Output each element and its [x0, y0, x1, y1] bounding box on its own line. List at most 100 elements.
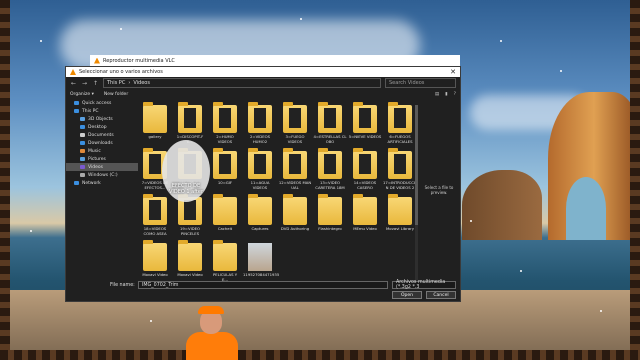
folder-item[interactable]: 2=VIDEOS HUMO2	[243, 102, 277, 149]
hovered-folder-label: EFECTO DE VIDEO 1 after	[168, 183, 204, 195]
up-arrow-icon[interactable]: ↑	[92, 80, 99, 87]
video-thumbnail	[324, 154, 336, 174]
video-thumbnail	[394, 154, 406, 174]
folder-item[interactable]: 3=FUEGO VIDEOS	[278, 102, 312, 149]
file-name: 14=VIDEOS CASERO	[353, 180, 377, 190]
sidebar-item[interactable]: Videos	[66, 163, 138, 171]
scrollbar[interactable]	[415, 105, 418, 285]
folder-icon	[318, 194, 342, 225]
folder-icon	[248, 102, 272, 133]
chevron-right-icon: ›	[128, 80, 131, 86]
folder-item[interactable]: Cacheit	[208, 194, 242, 241]
music-icon	[80, 149, 85, 153]
folder-icon	[283, 102, 307, 133]
star-decoration	[470, 220, 472, 222]
video-thumbnail	[254, 154, 266, 174]
sidebar-item[interactable]: 3D Objects	[66, 115, 138, 123]
close-icon[interactable]: ✕	[446, 68, 460, 76]
folder-item[interactable]: 2=HUMO VIDEOS	[208, 102, 242, 149]
sidebar-item[interactable]: Network	[66, 179, 138, 187]
dialog-footer: File name: IMG_0702_Trim Archivos multim…	[66, 279, 460, 301]
presenter-hat	[198, 306, 224, 314]
folder-icon	[353, 102, 377, 133]
folder-item[interactable]: 19=VIDEO PINCELES	[173, 194, 207, 241]
folder-item[interactable]: 11=AGUA VIDEOS	[243, 148, 277, 195]
download-icon	[80, 141, 85, 145]
folder-item[interactable]: 12=VIDEOS MAN UAL	[278, 148, 312, 195]
file-type-value: Archivos multimedia (*.3g2 *.3	[396, 280, 446, 290]
sidebar-item[interactable]: Quick access	[66, 99, 138, 107]
folder-icon	[318, 102, 342, 133]
file-name: 11=AGUA VIDEOS	[250, 180, 270, 190]
video-thumbnail	[184, 200, 196, 220]
folder-icon	[143, 102, 167, 133]
address-bar-row: ← → ↑ This PC › Videos Search Videos	[66, 77, 460, 89]
file-name: 10=GIF	[217, 180, 233, 185]
file-name: gallery	[148, 134, 162, 139]
video-thumbnail	[359, 108, 371, 128]
folder-item[interactable]: 17=INTRODUCCIO N DE VIDEOS 2	[383, 148, 418, 195]
star-decoration	[30, 230, 32, 232]
folder-item[interactable]: 13=VIDEO CARETERA 18M	[313, 148, 347, 195]
folder-item[interactable]: Captures	[243, 194, 277, 241]
sidebar-item[interactable]: Windows (C:)	[66, 171, 138, 179]
video-thumbnail	[254, 108, 266, 128]
folder-item[interactable]: Flashintegro	[313, 194, 347, 241]
folder-icon	[213, 148, 237, 179]
star-decoration	[120, 28, 122, 30]
folder-icon	[388, 102, 412, 133]
video-thumbnail	[324, 108, 336, 128]
view-options-icon[interactable]: ▤	[435, 92, 439, 97]
vlc-cone-icon	[70, 69, 76, 75]
player-title: Reproductor multimedia VLC	[103, 57, 175, 64]
file-name: 13=VIDEO CARETERA 18M	[315, 180, 345, 190]
help-icon[interactable]: ?	[454, 92, 456, 97]
sidebar-item[interactable]: Documents	[66, 131, 138, 139]
folder-item[interactable]: MEmu Video	[348, 194, 382, 241]
dialog-title: Seleccionar uno o varios archivos	[79, 69, 163, 75]
sidebar-item[interactable]: This PC	[66, 107, 138, 115]
file-name: 2=HUMO VIDEOS	[216, 134, 234, 144]
video-thumbnail	[149, 154, 161, 174]
folder-item[interactable]: 5=NIEVE VIDEOS	[348, 102, 382, 149]
folder-item[interactable]: 14=VIDEOS CASERO	[348, 148, 382, 195]
file-name: Movavi Video	[177, 272, 203, 277]
frame-right	[630, 0, 640, 360]
folder-item[interactable]: Movavi Library	[383, 194, 417, 241]
folder-icon	[178, 240, 202, 271]
sidebar-item[interactable]: Downloads	[66, 139, 138, 147]
cancel-button[interactable]: Cancel	[426, 291, 456, 299]
dialog-titlebar: Seleccionar uno o varios archivos ✕	[66, 67, 460, 77]
folder-icon	[213, 240, 237, 271]
folder-item[interactable]: 10=GIF	[208, 148, 242, 195]
file-type-select[interactable]: Archivos multimedia (*.3g2 *.3	[392, 280, 456, 290]
breadcrumb-videos[interactable]: Videos	[133, 80, 150, 86]
folder-icon	[213, 102, 237, 133]
sidebar-item-label: Quick access	[82, 100, 112, 106]
file-name-label: File name:	[110, 283, 135, 288]
folder-item[interactable]: 18=VIDEOS COMO ASEA	[138, 194, 172, 241]
sidebar-item[interactable]: Music	[66, 147, 138, 155]
search-input[interactable]: Search Videos	[385, 78, 456, 88]
pictures-icon	[80, 157, 85, 161]
open-button[interactable]: Open	[392, 291, 422, 299]
sidebar-item[interactable]: Pictures	[66, 155, 138, 163]
folder-item[interactable]: 4=ESTRELLAS CL OBO	[313, 102, 347, 149]
organize-button[interactable]: Organize ▾	[70, 92, 94, 97]
folder-item[interactable]: gallery	[138, 102, 172, 149]
star-icon	[74, 101, 79, 105]
forward-arrow-icon[interactable]: →	[81, 80, 88, 87]
file-name-field[interactable]: IMG_0702_Trim	[138, 281, 388, 289]
new-folder-button[interactable]: New folder	[104, 92, 128, 97]
preview-pane-icon[interactable]: ▮	[445, 92, 447, 97]
breadcrumb-this-pc[interactable]: This PC	[107, 80, 125, 86]
folder-item[interactable]: 6=FUEGOS ARTIFICIALES	[383, 102, 417, 149]
back-arrow-icon[interactable]: ←	[70, 80, 77, 87]
folder-icon	[143, 240, 167, 271]
address-bar[interactable]: This PC › Videos	[103, 78, 381, 88]
folder-icon	[388, 194, 412, 225]
sidebar-item[interactable]: Desktop	[66, 123, 138, 131]
folder-item[interactable]: DVD Authoring	[278, 194, 312, 241]
sidebar-item-label: Desktop	[88, 124, 107, 130]
scrollbar-thumb[interactable]	[415, 105, 418, 225]
